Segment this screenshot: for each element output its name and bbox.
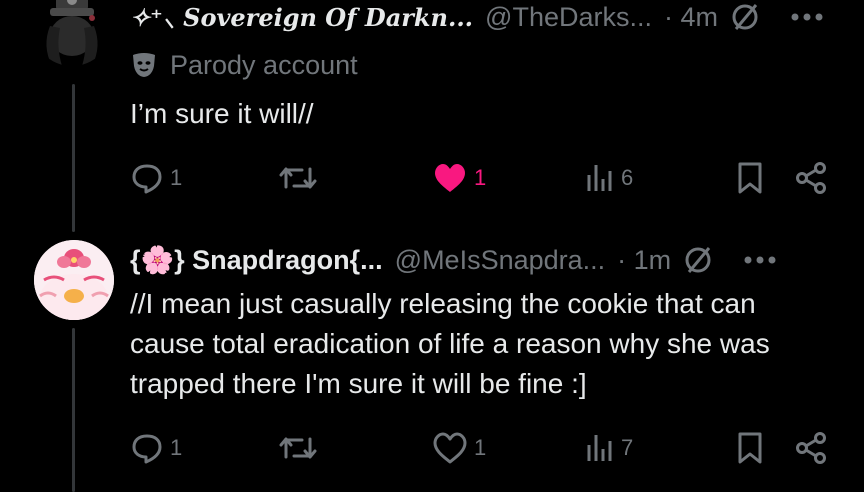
reply-icon bbox=[132, 164, 162, 194]
avatar-image bbox=[32, 0, 112, 66]
views-button[interactable]: 7 bbox=[585, 428, 633, 468]
bookmark-icon bbox=[738, 432, 762, 464]
like-button[interactable]: 1 bbox=[432, 158, 486, 198]
tweet-actions: 1 1 7 bbox=[130, 428, 830, 468]
tweet-text: I’m sure it will// bbox=[130, 98, 314, 129]
heart-filled-icon bbox=[435, 164, 465, 192]
share-button[interactable] bbox=[794, 428, 828, 468]
tweet-header: {🌸} Snapdragon{... @MeIsSnapdra... · 1m bbox=[130, 243, 777, 277]
reply-icon bbox=[132, 434, 162, 464]
more-icon[interactable] bbox=[743, 255, 777, 265]
share-icon bbox=[796, 162, 826, 194]
view-count: 7 bbox=[621, 435, 634, 460]
heart-icon bbox=[433, 432, 467, 464]
bookmark-icon bbox=[738, 162, 762, 194]
tweet-header: ✧⁺⸜ Sovereign Of Darkn... @TheDarks... ·… bbox=[130, 0, 824, 34]
parody-label-text: Parody account bbox=[170, 49, 358, 80]
repost-button[interactable] bbox=[278, 428, 318, 468]
share-icon bbox=[796, 432, 826, 464]
view-count: 6 bbox=[621, 165, 634, 190]
handle[interactable]: @TheDarks... bbox=[485, 2, 652, 33]
views-button[interactable]: 6 bbox=[585, 158, 633, 198]
repost-button[interactable] bbox=[278, 158, 318, 198]
tweet-text-line: //I mean just casually releasing the coo… bbox=[130, 288, 756, 319]
display-name[interactable]: ✧⁺⸜ Sovereign Of Darkn... bbox=[130, 1, 473, 34]
handle[interactable]: @MeIsSnapdra... bbox=[395, 245, 606, 276]
display-name[interactable]: {🌸} Snapdragon{... bbox=[130, 244, 383, 276]
tweet-actions: 1 1 6 bbox=[130, 158, 830, 198]
repost-icon bbox=[279, 167, 317, 189]
repost-icon bbox=[279, 437, 317, 459]
tweet-text: //I mean just casually releasing the coo… bbox=[130, 284, 770, 404]
thread-line-bottom bbox=[72, 328, 75, 492]
views-chart-icon bbox=[587, 435, 612, 461]
tweet-text-line: cause total eradication of life a reason… bbox=[130, 328, 770, 359]
share-button[interactable] bbox=[794, 158, 828, 198]
tweet-text-line: trapped there I'm sure it will be fine :… bbox=[130, 368, 587, 399]
avatar[interactable] bbox=[34, 240, 114, 320]
verified-circle-icon bbox=[730, 2, 760, 32]
timestamp[interactable]: · 1m bbox=[617, 245, 671, 276]
theater-mask-icon bbox=[130, 51, 158, 79]
bookmark-button[interactable] bbox=[736, 158, 764, 198]
parody-label: Parody account bbox=[130, 48, 358, 82]
bookmark-button[interactable] bbox=[736, 428, 764, 468]
reply-button[interactable]: 1 bbox=[130, 158, 182, 198]
reply-count: 1 bbox=[170, 435, 183, 460]
timestamp[interactable]: · 4m bbox=[664, 2, 718, 33]
like-count: 1 bbox=[474, 165, 487, 190]
avatar-image bbox=[34, 240, 114, 320]
more-icon[interactable] bbox=[790, 12, 824, 22]
thread-line-top bbox=[72, 84, 75, 232]
reply-button[interactable]: 1 bbox=[130, 428, 182, 468]
views-chart-icon bbox=[587, 165, 612, 191]
like-count: 1 bbox=[474, 435, 487, 460]
avatar[interactable] bbox=[32, 0, 112, 66]
like-button[interactable]: 1 bbox=[432, 428, 486, 468]
reply-count: 1 bbox=[170, 165, 183, 190]
verified-circle-icon bbox=[683, 245, 713, 275]
